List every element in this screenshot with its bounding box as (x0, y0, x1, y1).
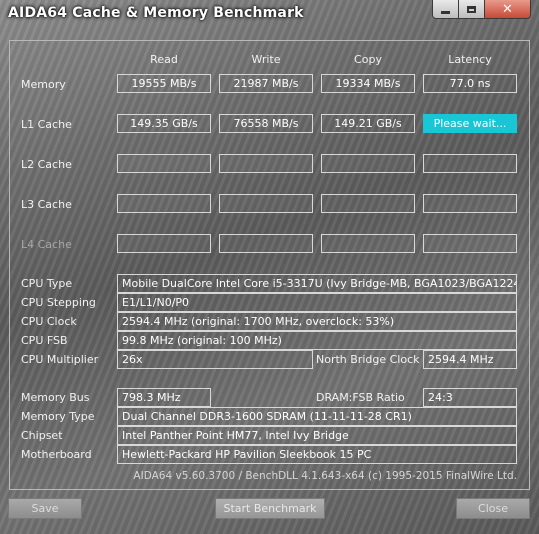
minimize-button[interactable] (432, 0, 459, 19)
l4-write-value (219, 234, 313, 253)
cpu-multiplier-value: 26x (117, 350, 313, 369)
memory-latency-value: 77.0 ns (423, 74, 517, 93)
column-header-copy: Copy (354, 53, 382, 66)
cpu-type-label: CPU Type (21, 277, 73, 290)
version-footer: AIDA64 v5.60.3700 / BenchDLL 4.1.643-x64… (133, 470, 517, 482)
maximize-button[interactable] (459, 0, 485, 19)
l2-latency-value (423, 154, 517, 173)
l3-latency-value (423, 194, 517, 213)
cpu-multiplier-label: CPU Multiplier (21, 353, 99, 366)
dram-fsb-ratio-label: DRAM:FSB Ratio (316, 391, 405, 404)
memory-bus-label: Memory Bus (21, 391, 90, 404)
l3-write-value (219, 194, 313, 213)
column-header-latency: Latency (448, 53, 492, 66)
l1-copy-value: 149.21 GB/s (321, 114, 415, 133)
window-title: AIDA64 Cache & Memory Benchmark (8, 5, 304, 21)
l2-write-value (219, 154, 313, 173)
start-benchmark-button[interactable]: Start Benchmark (215, 498, 325, 519)
column-header-read: Read (150, 53, 178, 66)
row-label-l2-cache: L2 Cache (21, 158, 72, 171)
dram-fsb-ratio-value: 24:3 (423, 388, 517, 407)
column-header-write: Write (251, 53, 281, 66)
cpu-fsb-label: CPU FSB (21, 334, 68, 347)
motherboard-label: Motherboard (21, 448, 92, 461)
l4-read-value (117, 234, 211, 253)
close-icon: ✕ (502, 1, 513, 17)
l3-copy-value (321, 194, 415, 213)
save-button[interactable]: Save (8, 498, 82, 519)
l2-copy-value (321, 154, 415, 173)
maximize-icon (467, 5, 476, 13)
memory-type-value: Dual Channel DDR3-1600 SDRAM (11-11-11-2… (117, 407, 517, 426)
l1-latency-status: Please wait... (423, 114, 517, 133)
l3-read-value (117, 194, 211, 213)
chipset-label: Chipset (21, 429, 63, 442)
l4-latency-value (423, 234, 517, 253)
memory-bus-value: 798.3 MHz (117, 388, 211, 407)
north-bridge-clock-value: 2594.4 MHz (423, 350, 517, 369)
minimize-icon (441, 10, 450, 14)
cpu-stepping-label: CPU Stepping (21, 296, 96, 309)
caption-buttons: ✕ (432, 0, 531, 20)
close-window-button[interactable]: ✕ (485, 0, 531, 19)
l1-write-value: 76558 MB/s (219, 114, 313, 133)
l2-read-value (117, 154, 211, 173)
row-label-l4-cache: L4 Cache (21, 238, 72, 251)
cpu-clock-value: 2594.4 MHz (original: 1700 MHz, overcloc… (117, 312, 517, 331)
l4-copy-value (321, 234, 415, 253)
title-bar[interactable]: AIDA64 Cache & Memory Benchmark ✕ (0, 0, 539, 30)
cpu-clock-label: CPU Clock (21, 315, 77, 328)
chipset-value: Intel Panther Point HM77, Intel Ivy Brid… (117, 426, 517, 445)
cpu-fsb-value: 99.8 MHz (original: 100 MHz) (117, 331, 517, 350)
l1-read-value: 149.35 GB/s (117, 114, 211, 133)
north-bridge-clock-label: North Bridge Clock (316, 353, 420, 366)
row-label-l1-cache: L1 Cache (21, 118, 72, 131)
cpu-stepping-value: E1/L1/N0/P0 (117, 293, 517, 312)
memory-type-label: Memory Type (21, 410, 95, 423)
row-label-l3-cache: L3 Cache (21, 198, 72, 211)
benchmark-window: AIDA64 Cache & Memory Benchmark ✕ Read W… (0, 0, 539, 534)
motherboard-value: Hewlett-Packard HP Pavilion Sleekbook 15… (117, 445, 517, 464)
row-label-memory: Memory (21, 78, 66, 91)
memory-read-value: 19555 MB/s (117, 74, 211, 93)
memory-copy-value: 19334 MB/s (321, 74, 415, 93)
close-button[interactable]: Close (456, 498, 530, 519)
memory-write-value: 21987 MB/s (219, 74, 313, 93)
cpu-type-value: Mobile DualCore Intel Core i5-3317U (Ivy… (117, 274, 517, 293)
